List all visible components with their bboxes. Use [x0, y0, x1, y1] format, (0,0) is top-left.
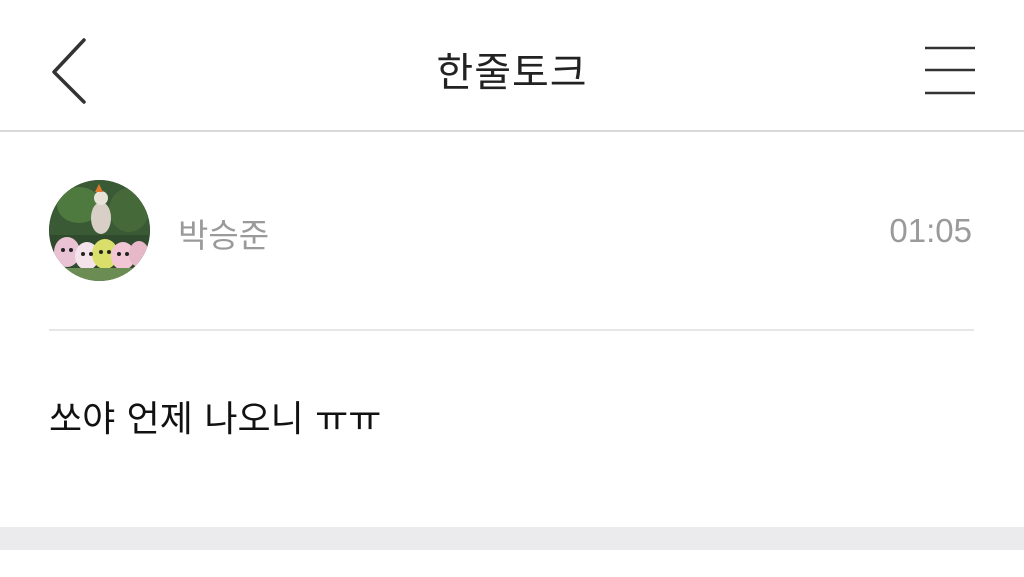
avatar[interactable]	[49, 180, 150, 281]
page-title: 한줄토크	[436, 50, 588, 96]
post-timestamp: 01:05	[889, 212, 972, 249]
top-bar: 한줄토크	[0, 0, 1024, 132]
divider	[49, 329, 974, 331]
author-name[interactable]: 박승준	[178, 209, 269, 257]
post-header: 박승준 01:05	[0, 132, 1024, 330]
avatar-image	[49, 180, 150, 281]
hamburger-menu-icon	[925, 46, 975, 95]
section-separator-bar	[0, 527, 1024, 550]
post-message: 쏘야 언제 나오니 ㅠㅠ	[49, 399, 382, 440]
menu-button[interactable]	[916, 36, 986, 106]
